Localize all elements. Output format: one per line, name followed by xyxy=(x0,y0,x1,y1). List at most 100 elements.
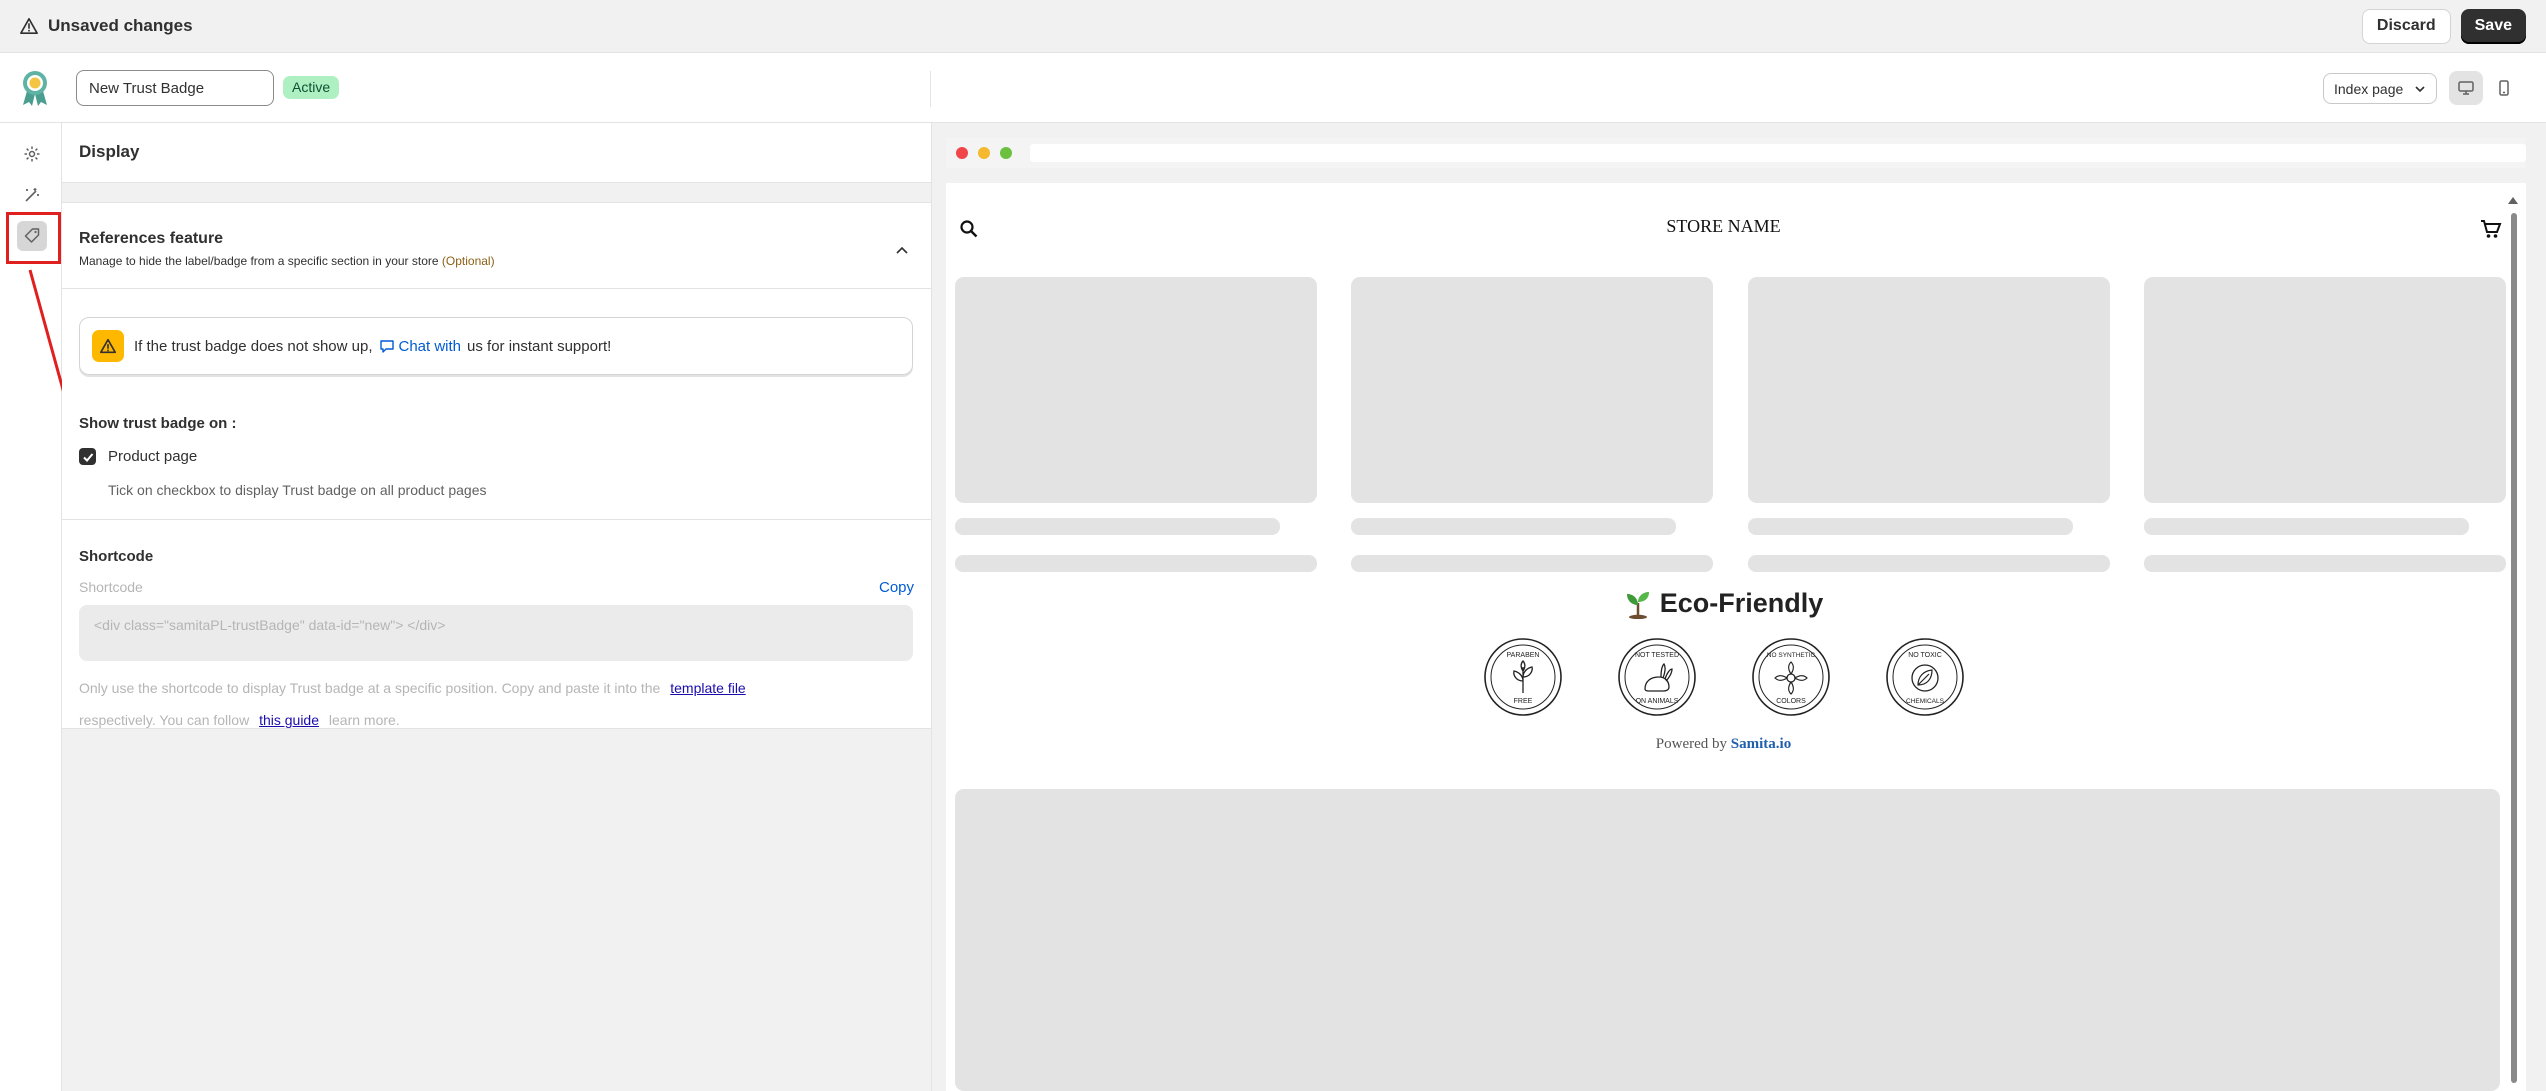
settings-panel: Display References feature Manage to hid… xyxy=(62,123,931,1091)
chevron-up-icon[interactable] xyxy=(894,243,910,259)
shortcode-title: Shortcode xyxy=(79,548,154,565)
address-bar xyxy=(1029,144,2526,162)
product-page-label: Product page xyxy=(108,448,198,465)
product-card-placeholder xyxy=(2144,277,2506,503)
page-select-value: Index page xyxy=(2334,80,2404,97)
svg-text:PARABEN: PARABEN xyxy=(1506,652,1539,659)
references-header[interactable]: References feature Manage to hide the la… xyxy=(79,230,495,268)
paraben-free-badge: PARABEN FREE xyxy=(1483,638,1562,716)
this-guide-link[interactable]: this guide xyxy=(259,712,319,728)
trust-badge-title-text: Eco-Friendly xyxy=(1659,588,1824,618)
store-name: STORE NAME xyxy=(1666,216,1781,236)
skeleton-line xyxy=(1351,518,1676,535)
skeleton-line xyxy=(955,555,1317,572)
warning-badge-icon xyxy=(92,330,124,362)
references-divider xyxy=(62,288,931,289)
shortcode-note-line1: Only use the shortcode to display Trust … xyxy=(79,680,752,696)
editor-header: Active Index page xyxy=(0,53,2546,123)
not-tested-on-animals-badge: NOT TESTED ON ANIMALS xyxy=(1617,638,1696,716)
magic-wand-icon xyxy=(25,188,39,202)
svg-text:NOT TESTED: NOT TESTED xyxy=(1634,652,1678,659)
device-toggle xyxy=(2449,71,2521,105)
copy-button[interactable]: Copy xyxy=(879,579,914,596)
rail-item-design[interactable] xyxy=(17,180,47,210)
shortcode-field[interactable]: <div class="samitaPL-trustBadge" data-id… xyxy=(79,605,913,661)
skeleton-line xyxy=(1351,555,1713,572)
store-preview: STORE NAME Eco-Friendly PARABEN FREE NOT… xyxy=(931,123,2546,1091)
discard-button[interactable]: Discard xyxy=(2361,8,2451,44)
save-button[interactable]: Save xyxy=(2460,8,2526,44)
rail-item-settings[interactable] xyxy=(17,139,47,169)
product-page-help: Tick on checkbox to display Trust badge … xyxy=(108,482,487,498)
page-select[interactable]: Index page xyxy=(2323,73,2437,104)
close-dot-icon xyxy=(956,147,968,159)
unsaved-changes-bar: Unsaved changes Discard Save xyxy=(0,0,2546,53)
chat-with-label: Chat with xyxy=(398,337,462,355)
support-info-banner: If the trust badge does not show up, Cha… xyxy=(79,317,913,375)
shortcode-note-text2: respectively. You can follow xyxy=(79,712,250,728)
trust-badge-row: PARABEN FREE NOT TESTED ON ANIMALS NO SY… xyxy=(946,637,2501,717)
unsaved-changes-title: Unsaved changes xyxy=(48,16,193,35)
check-icon xyxy=(82,452,93,462)
no-toxic-chemicals-badge: NO TOXIC CHEMICALS xyxy=(1885,638,1964,716)
award-ribbon-icon xyxy=(23,71,47,106)
gear-icon xyxy=(24,146,40,162)
shortcode-note-line2: respectively. You can follow this guide … xyxy=(79,712,400,728)
panel-empty-area xyxy=(62,729,931,1091)
shortcode-note-text3: learn more. xyxy=(328,712,400,728)
svg-text:ON ANIMALS: ON ANIMALS xyxy=(1635,698,1678,705)
references-title: References feature xyxy=(79,230,224,247)
shortcode-note-text1: Only use the shortcode to display Trust … xyxy=(79,680,661,696)
skeleton-line xyxy=(2144,518,2469,535)
info-text-before: If the trust badge does not show up, xyxy=(134,337,373,355)
svg-text:CHEMICALS: CHEMICALS xyxy=(1906,698,1945,705)
references-card: References feature Manage to hide the la… xyxy=(62,202,931,729)
desktop-view-button[interactable] xyxy=(2449,71,2483,105)
product-page-option[interactable]: Product page xyxy=(79,448,197,465)
samita-link[interactable]: Samita.io xyxy=(1731,736,1791,752)
preview-scrollbar[interactable] xyxy=(2511,213,2517,1083)
header-divider xyxy=(930,71,931,107)
template-file-link[interactable]: template file xyxy=(670,680,745,696)
badge-name-input[interactable] xyxy=(76,70,274,106)
shortcode-label: Shortcode xyxy=(79,579,143,595)
product-page-checkbox[interactable] xyxy=(79,448,96,465)
product-card-placeholder xyxy=(1351,277,1713,503)
preview-site: STORE NAME Eco-Friendly PARABEN FREE NOT… xyxy=(946,183,2526,1091)
skeleton-line xyxy=(955,518,1280,535)
status-badge: Active xyxy=(283,76,340,99)
highlight-annotation-box xyxy=(6,212,61,264)
show-trust-badge-heading: Show trust badge on : xyxy=(79,415,237,432)
powered-by-text: Powered by xyxy=(1655,736,1728,752)
desktop-icon xyxy=(2458,81,2474,95)
svg-text:COLORS: COLORS xyxy=(1776,698,1806,705)
powered-by-line: Powered by Samita.io xyxy=(946,736,2501,753)
svg-text:NO SYNTHETIC: NO SYNTHETIC xyxy=(1766,652,1815,659)
references-subtitle-text: Manage to hide the label/badge from a sp… xyxy=(79,254,439,268)
skeleton-line xyxy=(1748,518,2073,535)
mobile-icon xyxy=(2499,80,2509,96)
product-card-placeholder xyxy=(1748,277,2110,503)
scroll-up-arrow-icon[interactable] xyxy=(2507,195,2519,205)
mobile-view-button[interactable] xyxy=(2487,71,2521,105)
skeleton-line xyxy=(1748,555,2110,572)
chat-bubble-icon xyxy=(379,340,394,353)
info-text-after: us for instant support! xyxy=(467,337,612,355)
optional-label: (Optional) xyxy=(441,254,495,268)
skeleton-line xyxy=(2144,555,2506,572)
display-section-title: Display xyxy=(62,123,931,183)
svg-text:FREE: FREE xyxy=(1513,698,1532,705)
chevron-down-icon xyxy=(2415,85,2425,92)
browser-chrome xyxy=(946,138,2526,168)
sprout-icon xyxy=(1626,591,1649,619)
section-divider xyxy=(62,519,931,520)
svg-text:NO TOXIC: NO TOXIC xyxy=(1908,652,1942,659)
references-subtitle: Manage to hide the label/badge from a sp… xyxy=(79,254,495,268)
warning-icon xyxy=(20,17,38,35)
no-synthetic-colors-badge: NO SYNTHETIC COLORS xyxy=(1751,638,1830,716)
banner-placeholder xyxy=(955,789,2500,1091)
trust-badge-title: Eco-Friendly xyxy=(946,588,2501,619)
product-card-placeholder xyxy=(955,277,1317,503)
chat-with-link[interactable]: Chat with xyxy=(379,337,462,355)
maximize-dot-icon xyxy=(999,147,1012,159)
